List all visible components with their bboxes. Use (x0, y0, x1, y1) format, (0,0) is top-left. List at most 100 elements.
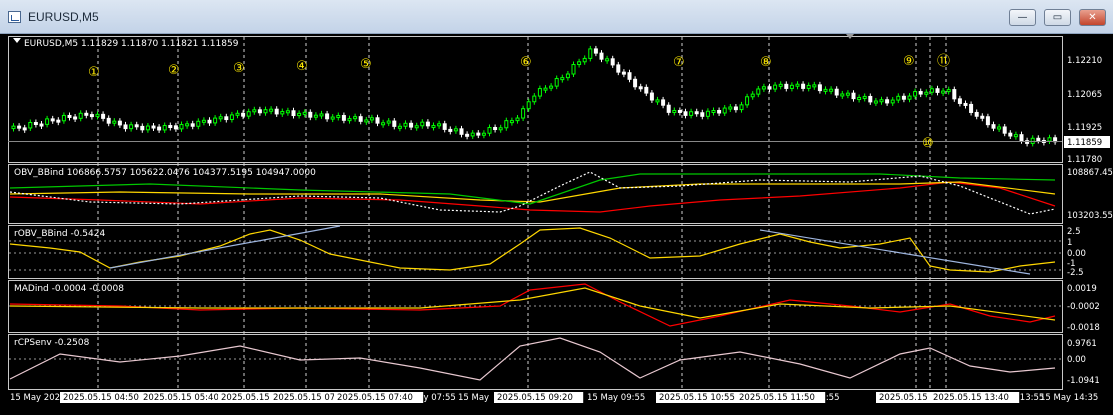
event-marker: ⑨ (903, 54, 915, 69)
candle-body (661, 99, 666, 106)
candlestick-series (11, 45, 1058, 147)
candle-body (1036, 137, 1041, 141)
candle-body (465, 133, 470, 137)
candle-body (403, 122, 408, 127)
minimize-button[interactable]: — (1009, 9, 1036, 26)
candle-body (649, 92, 654, 101)
candle-body (666, 104, 671, 113)
mad-level: -0.0002 (1067, 302, 1100, 312)
candle-body (834, 88, 839, 96)
candle-body (823, 88, 828, 92)
price-level: 1.11780 (1067, 155, 1102, 165)
candle-body (924, 91, 929, 95)
candle-body (868, 95, 873, 103)
main-panel-label: EURUSD,M5 1.11829 1.11870 1.11821 1.1185… (24, 39, 239, 49)
candle-body (112, 120, 117, 124)
chart-area[interactable]: EURUSD,M5 1.11829 1.11870 1.11821 1.1185… (0, 34, 1113, 415)
candle-body (812, 84, 817, 88)
candle-body (829, 88, 834, 92)
candle-body (537, 88, 542, 97)
candle-body (896, 95, 901, 101)
candle-body (806, 84, 811, 89)
chart-menu-icon[interactable] (13, 38, 21, 44)
candle-body (95, 113, 100, 117)
candle-body (308, 111, 313, 118)
window-titlebar[interactable]: EURUSD,M5 — ▭ ✕ (0, 0, 1113, 34)
time-highlight-label: 2025.05.15 11:50 (739, 393, 815, 403)
candle-body (493, 127, 498, 131)
candle-body (347, 118, 352, 122)
restore-button[interactable]: ▭ (1044, 9, 1071, 26)
robv-line (9, 227, 1056, 273)
candle-body (414, 125, 419, 129)
candle-body (526, 101, 531, 110)
candle-body (627, 72, 632, 80)
candle-body (269, 108, 274, 112)
candle-body (565, 73, 570, 79)
candle-body (381, 122, 386, 126)
window-title: EURUSD,M5 (28, 10, 99, 24)
price-level: 1.12210 (1067, 56, 1102, 66)
mad-fast-line (9, 283, 1056, 327)
candle-body (470, 132, 475, 137)
candle-body (952, 89, 957, 100)
candle-body (375, 117, 380, 124)
candle-body (997, 126, 1002, 130)
obv-panel-label: OBV_BBind 106866.5757 105622.0476 104377… (14, 168, 316, 178)
candle-body (616, 64, 621, 73)
candle-body (487, 127, 492, 134)
candle-body (145, 125, 150, 131)
candle-body (319, 113, 324, 117)
candle-body (705, 110, 710, 117)
candle-body (151, 125, 156, 129)
candle-body (353, 116, 358, 120)
candle-body (722, 107, 727, 114)
candle-body (605, 58, 610, 62)
candle-body (1008, 132, 1013, 137)
candle-body (907, 95, 912, 100)
candle-body (873, 100, 878, 104)
candle-body (913, 91, 918, 97)
candle-body (73, 116, 78, 120)
candle-body (425, 121, 430, 127)
candle-body (336, 115, 341, 119)
candle-body (655, 99, 660, 103)
candle-body (577, 61, 582, 66)
candle-body (162, 125, 167, 131)
event-marker: ② (168, 63, 180, 78)
rcp-line (9, 337, 1056, 381)
candle-body (117, 120, 122, 126)
candle-body (543, 87, 548, 91)
candle-body (985, 116, 990, 126)
candle-body (330, 116, 335, 120)
candle-body (694, 111, 699, 115)
candle-body (756, 88, 761, 95)
candle-body (61, 114, 66, 122)
candle-body (980, 115, 985, 119)
candle-body (274, 108, 279, 115)
chart-canvas[interactable]: EURUSD,M5 1.11829 1.11870 1.11821 1.1185… (0, 34, 1113, 415)
candle-body (918, 91, 923, 95)
candle-body (700, 112, 705, 117)
candle-body (901, 95, 906, 100)
panel-frames (8, 36, 1063, 390)
mad-level: 0.0019 (1067, 284, 1097, 294)
candle-body (257, 109, 262, 114)
candle-body (201, 119, 206, 123)
candle-body (582, 57, 587, 63)
candle-body (481, 132, 486, 136)
candle-body (17, 125, 22, 129)
candle-body (285, 110, 290, 114)
chart-shift-icon[interactable] (846, 34, 854, 40)
time-highlight-label: 2025.05.15 13:40 (933, 393, 1009, 403)
candle-body (123, 124, 128, 130)
event-marker: ⑪ (937, 54, 950, 69)
candle-body (683, 111, 688, 116)
candle-body (409, 122, 414, 128)
robv-level: 0.00 (1067, 249, 1086, 259)
close-button[interactable]: ✕ (1079, 9, 1106, 26)
candle-body (644, 86, 649, 94)
event-marker: ⑩ (922, 136, 934, 151)
candle-body (263, 109, 268, 114)
candle-body (638, 86, 643, 90)
